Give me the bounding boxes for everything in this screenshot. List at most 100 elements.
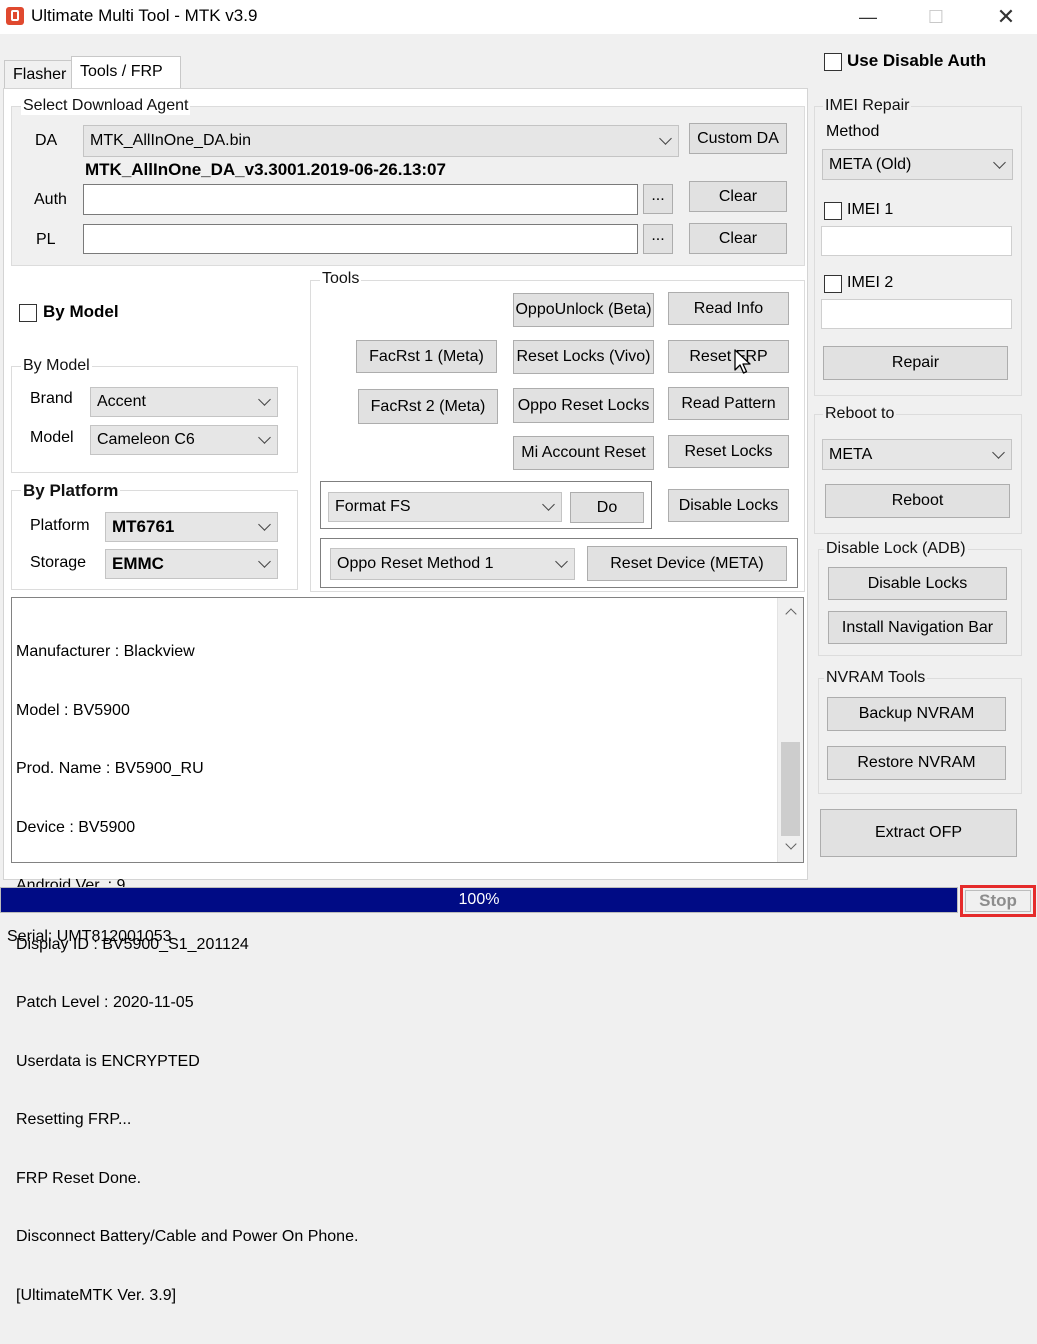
extract-ofp-button[interactable]: Extract OFP: [820, 809, 1017, 857]
chevron-down-icon: [992, 445, 1005, 459]
imei-method-select[interactable]: META (Old): [822, 149, 1013, 180]
platform-select-value: MT6761: [112, 517, 175, 536]
da-select-value: MTK_AllInOne_DA.bin: [90, 132, 251, 149]
log-output[interactable]: Manufacturer : Blackview Model : BV5900 …: [11, 597, 804, 1304]
brand-select-value: Accent: [97, 393, 146, 410]
imei1-label: IMEI 1: [847, 201, 894, 218]
model-select-value: Cameleon C6: [97, 431, 195, 448]
oppo-reset-method-select[interactable]: Oppo Reset Method 1: [330, 548, 575, 580]
tab-tools-frp[interactable]: Tools / FRP: [71, 56, 181, 89]
facrst1-meta-button[interactable]: FacRst 1 (Meta): [356, 340, 497, 373]
da-version-text: MTK_AllInOne_DA_v3.3001.2019-06-26.13:07: [85, 160, 446, 179]
mi-account-reset-button[interactable]: Mi Account Reset: [513, 436, 654, 470]
restore-nvram-button[interactable]: Restore NVRAM: [827, 746, 1006, 780]
adb-disable-locks-button[interactable]: Disable Locks: [828, 567, 1007, 600]
auth-input[interactable]: [83, 184, 638, 215]
do-button[interactable]: Do: [570, 492, 644, 523]
log-line: Patch Level : 2020-11-05: [16, 994, 194, 1011]
pl-input[interactable]: [83, 224, 638, 254]
custom-da-button[interactable]: Custom DA: [689, 123, 787, 154]
use-disable-auth-checkbox[interactable]: [824, 53, 842, 71]
platform-select[interactable]: MT6761: [105, 512, 278, 542]
scroll-thumb[interactable]: [781, 742, 800, 836]
use-disable-auth-label: Use Disable Auth: [847, 51, 987, 70]
install-navigation-bar-button[interactable]: Install Navigation Bar: [828, 611, 1007, 644]
by-model-check-label: By Model: [43, 302, 119, 321]
storage-label: Storage: [30, 554, 87, 571]
storage-select[interactable]: EMMC: [105, 549, 278, 579]
progress-text: 100%: [458, 891, 500, 908]
chevron-down-icon: [659, 132, 672, 145]
nvram-tools-title: NVRAM Tools: [824, 669, 928, 687]
log-line: Disconnect Battery/Cable and Power On Ph…: [16, 1228, 359, 1245]
log-line: Userdata is ENCRYPTED: [16, 1052, 200, 1070]
window-title: Ultimate Multi Tool - MTK v3.9: [31, 6, 258, 25]
serial-number: Serial: UMT812001053: [7, 928, 172, 945]
log-line: [UltimateMTK Ver. 3.9]: [16, 1286, 177, 1304]
imei2-label: IMEI 2: [847, 274, 894, 291]
log-lines: Manufacturer : Blackview Model : BV5900 …: [16, 603, 358, 1344]
reboot-mode-value: META: [829, 445, 873, 463]
imei1-checkbox[interactable]: [824, 202, 842, 220]
by-model-checkbox[interactable]: [19, 304, 37, 322]
brand-label: Brand: [30, 390, 73, 407]
imei1-input[interactable]: [821, 226, 1012, 256]
format-select[interactable]: Format FS: [328, 492, 562, 522]
reboot-button[interactable]: Reboot: [825, 484, 1010, 518]
chevron-down-icon: [993, 155, 1006, 169]
oppo-unlock-beta-button[interactable]: OppoUnlock (Beta): [513, 293, 654, 327]
reset-locks-vivo-button[interactable]: Reset Locks (Vivo): [513, 340, 654, 374]
reboot-mode-select[interactable]: META: [822, 439, 1012, 470]
format-select-value: Format FS: [335, 498, 411, 515]
imei-method-value: META (Old): [829, 155, 912, 173]
storage-select-value: EMMC: [112, 554, 164, 573]
oppo-reset-method-value: Oppo Reset Method 1: [337, 555, 494, 572]
read-pattern-button[interactable]: Read Pattern: [668, 387, 789, 420]
brand-select[interactable]: Accent: [90, 387, 278, 417]
pl-browse-button[interactable]: ...: [643, 224, 673, 254]
by-platform-title: By Platform: [21, 481, 121, 501]
repair-button[interactable]: Repair: [823, 346, 1008, 380]
log-line: Model : BV5900: [16, 701, 130, 719]
oppo-reset-locks-button[interactable]: Oppo Reset Locks: [513, 388, 654, 423]
reset-frp-button[interactable]: Reset FRP: [668, 340, 789, 373]
tools-title: Tools: [320, 270, 362, 288]
scroll-down-icon[interactable]: [785, 838, 797, 850]
log-line: Manufacturer : Blackview: [16, 643, 195, 660]
auth-label: Auth: [34, 191, 67, 208]
model-select[interactable]: Cameleon C6: [90, 425, 278, 455]
chevron-down-icon: [555, 555, 568, 568]
log-line: Resetting FRP...: [16, 1111, 132, 1128]
close-button[interactable]: ✕: [983, 0, 1029, 34]
app-icon: [6, 7, 24, 25]
da-label: DA: [35, 132, 58, 149]
tab-flasher[interactable]: Flasher: [4, 60, 72, 88]
maximize-button[interactable]: ☐: [913, 0, 959, 34]
read-info-button[interactable]: Read Info: [668, 292, 789, 325]
platform-label: Platform: [30, 517, 90, 534]
stop-button[interactable]: Stop: [965, 890, 1031, 912]
disable-locks-button[interactable]: Disable Locks: [668, 489, 789, 522]
by-model-group: [11, 366, 298, 473]
log-scrollbar[interactable]: [777, 598, 803, 862]
da-select[interactable]: MTK_AllInOne_DA.bin: [83, 125, 679, 157]
minimize-button[interactable]: —: [845, 0, 891, 34]
auth-clear-button[interactable]: Clear: [689, 181, 787, 212]
scroll-up-icon[interactable]: [785, 608, 797, 620]
facrst2-meta-button[interactable]: FacRst 2 (Meta): [358, 389, 498, 424]
imei-repair-title: IMEI Repair: [823, 97, 912, 115]
reset-device-meta-button[interactable]: Reset Device (META): [587, 546, 787, 581]
auth-browse-button[interactable]: ...: [643, 184, 673, 214]
by-model-title: By Model: [21, 357, 92, 375]
log-line: Device : BV5900: [16, 818, 136, 836]
backup-nvram-button[interactable]: Backup NVRAM: [827, 697, 1006, 731]
progress-bar: 100%: [0, 887, 958, 913]
imei2-input[interactable]: [821, 299, 1012, 329]
pl-clear-button[interactable]: Clear: [689, 223, 787, 254]
imei2-checkbox[interactable]: [824, 275, 842, 293]
mouse-cursor-icon: [734, 349, 751, 374]
reset-locks-button[interactable]: Reset Locks: [668, 435, 789, 468]
chevron-down-icon: [258, 555, 271, 568]
chevron-down-icon: [258, 393, 271, 406]
log-line: Prod. Name : BV5900_RU: [16, 760, 204, 777]
